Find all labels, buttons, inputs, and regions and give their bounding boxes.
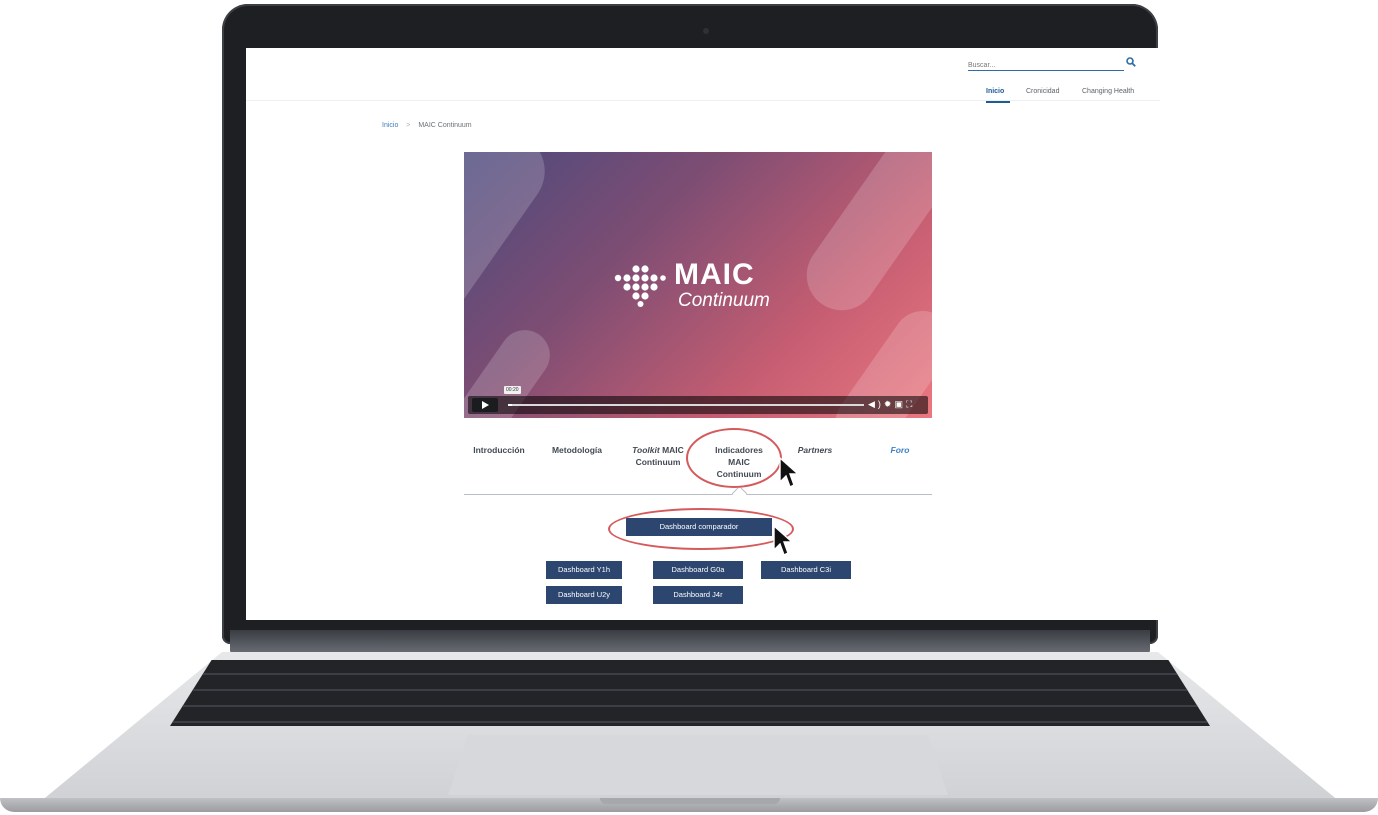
tab-label: Introducción [473, 445, 525, 455]
logo-subtitle: Continuum [678, 290, 770, 311]
video-player[interactable]: MAIC Continuum 00:20 ◀)✹▣⛶ [464, 152, 932, 418]
trackpad [448, 735, 948, 795]
tab-label: MAIC [659, 445, 684, 455]
breadcrumb-home[interactable]: Inicio [382, 122, 398, 129]
keyboard-row [170, 660, 1210, 675]
dashboard-y1h-button[interactable]: Dashboard Y1h [546, 561, 622, 579]
keyboard-row [170, 676, 1210, 691]
search-icon[interactable] [1126, 54, 1136, 67]
search-input[interactable] [968, 62, 1108, 69]
highlight-ring [608, 508, 794, 550]
dashboard-g0a-button[interactable]: Dashboard G0a [653, 561, 743, 579]
camera-icon [703, 28, 709, 34]
progress-bar-fill [508, 404, 512, 406]
nav-item-cronicidad[interactable]: Cronicidad [1026, 88, 1059, 95]
tab-label: Partners [797, 445, 833, 455]
breadcrumb: Inicio > MAIC Continuum [382, 122, 472, 129]
dashboard-j4r-button[interactable]: Dashboard J4r [653, 586, 743, 604]
keyboard-row [170, 692, 1210, 707]
keyboard [170, 660, 1210, 726]
highlight-ring [686, 428, 782, 488]
progress-bar[interactable] [508, 404, 864, 406]
fullscreen-icon[interactable]: ⛶ [906, 399, 915, 409]
keyboard-row [170, 708, 1210, 723]
dashboard-c3i-button[interactable]: Dashboard C3i [761, 561, 851, 579]
nav-item-changing-health[interactable]: Changing Health [1082, 88, 1134, 95]
search-box[interactable] [968, 54, 1124, 71]
tab-label: Continuum [635, 457, 681, 467]
tab-label: Metodología [551, 445, 603, 455]
tab-partners[interactable]: Partners [790, 444, 840, 456]
cursor-icon [773, 524, 794, 556]
tab-introduccion[interactable]: Introducción [468, 444, 530, 456]
header-divider [246, 100, 1160, 101]
cursor-icon [779, 456, 800, 488]
play-icon[interactable] [472, 398, 498, 412]
tab-metodologia[interactable]: Metodología [548, 444, 606, 456]
laptop-notch [600, 798, 780, 804]
tabs-divider [464, 494, 932, 495]
dashboard-u2y-button[interactable]: Dashboard U2y [546, 586, 622, 604]
tab-foro[interactable]: Foro [878, 444, 922, 456]
nav-item-inicio[interactable]: Inicio [986, 88, 1004, 95]
volume-icon[interactable]: ◀) [868, 399, 884, 409]
pip-icon[interactable]: ▣ [894, 399, 906, 409]
tab-label: Foro [890, 445, 910, 455]
time-tooltip: 00:20 [504, 386, 521, 394]
breadcrumb-current: MAIC Continuum [418, 122, 472, 129]
laptop-screen: Inicio Cronicidad Changing Health Inicio… [246, 48, 1160, 620]
tab-toolkit[interactable]: Toolkit MAIC Continuum [628, 444, 688, 468]
maic-dots-icon [614, 265, 666, 307]
logo-title: MAIC [674, 258, 755, 291]
maic-logo: MAIC Continuum [614, 256, 814, 316]
breadcrumb-separator: > [406, 122, 411, 129]
player-icons: ◀)✹▣⛶ [868, 399, 915, 410]
nav-active-indicator [986, 101, 1010, 103]
settings-icon[interactable]: ✹ [884, 399, 895, 409]
tab-label-italic: Toolkit [632, 445, 660, 455]
video-controls: 00:20 ◀)✹▣⛶ [468, 386, 928, 414]
